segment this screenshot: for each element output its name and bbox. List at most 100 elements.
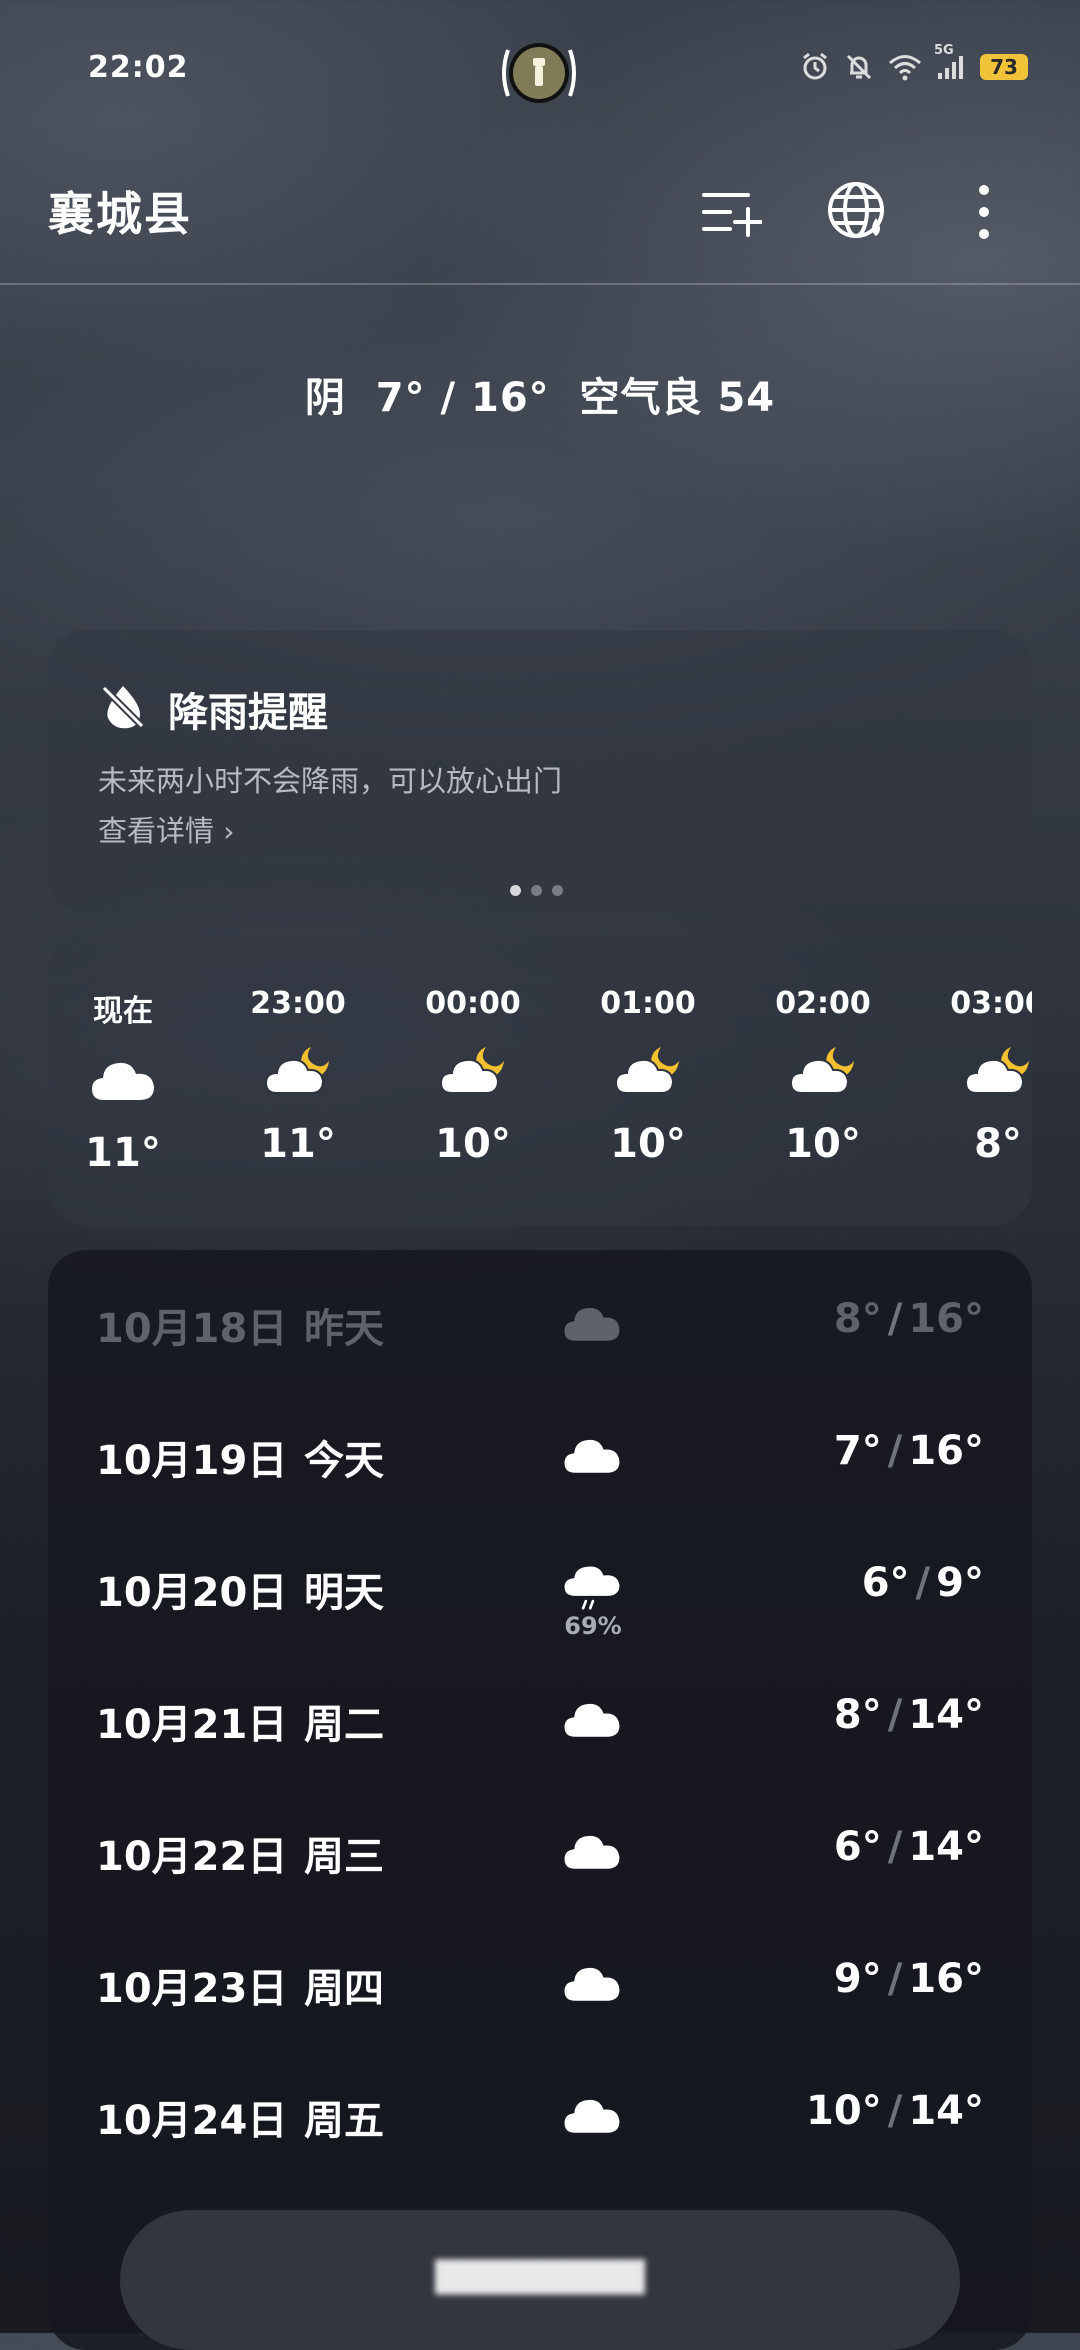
low-temp: 6°: [833, 1824, 882, 1870]
hour-time: 02:00: [775, 986, 871, 1021]
low-temp: 8°: [833, 1296, 882, 1342]
hour-temp: 10°: [435, 1121, 511, 1167]
low-temp: 10°: [806, 2088, 882, 2134]
hour-temp: 11°: [260, 1121, 336, 1167]
temp-separator: /: [887, 1692, 903, 1738]
low-temp: 6°: [861, 1560, 910, 1606]
hourly-item: 00:00 10°: [408, 936, 538, 1167]
hour-time: 现在: [93, 994, 153, 1029]
high-temp: 14°: [908, 1692, 984, 1738]
day-date: 10月24日: [96, 2098, 288, 2144]
daily-row[interactable]: 10月20日 明天 69% 6°/9°: [48, 1526, 1032, 1646]
precip-chance: 69%: [564, 1612, 622, 1640]
daily-row[interactable]: 10月22日 周三 6°/14°: [48, 1790, 1032, 1910]
high-temp: 16°: [908, 1428, 984, 1474]
day-temp-range: 8°/14°: [834, 1692, 984, 1738]
day-name: 周四: [304, 1966, 384, 2012]
cloud-icon: [561, 1298, 623, 1346]
hourly-item: 03:00 8°: [933, 936, 1032, 1167]
hour-time: 01:00: [600, 986, 696, 1021]
day-date: 10月19日: [96, 1438, 288, 1484]
signal-icon: 5G: [934, 43, 966, 81]
more-icon: [979, 185, 989, 239]
day-temp-range: 8°/16°: [834, 1296, 984, 1342]
battery-icon: 73: [980, 54, 1028, 80]
weather-summary[interactable]: 阴 7° / 16° 空气良 54: [0, 365, 1080, 423]
city-name[interactable]: 襄城县: [48, 178, 192, 244]
day-date: 10月21日: [96, 1702, 288, 1748]
alarm-icon: [800, 52, 830, 82]
cloud-icon: [88, 1052, 158, 1108]
temp-separator: /: [915, 1560, 931, 1606]
day-temp-range: 9°/16°: [834, 1956, 984, 2002]
low-temp: 7°: [833, 1428, 882, 1474]
rain-alert-title: 降雨提醒: [168, 690, 328, 736]
carousel-dot: [510, 885, 521, 896]
day-name: 明天: [304, 1570, 384, 1616]
carousel-dot: [531, 885, 542, 896]
global-weather-button[interactable]: [818, 172, 898, 252]
high-temp: 14°: [908, 2088, 984, 2134]
status-time: 22:02: [88, 50, 189, 85]
day-name: 周三: [304, 1834, 384, 1880]
hour-time: 00:00: [425, 986, 521, 1021]
more-button[interactable]: [944, 172, 1024, 252]
cloud-moon-icon: [613, 1043, 683, 1099]
cloud-moon-icon: [438, 1043, 508, 1099]
day-temp-range: 6°/9°: [862, 1560, 984, 1606]
rain-alert-details-link[interactable]: 查看详情 ›: [98, 808, 234, 850]
add-city-button[interactable]: [692, 172, 772, 252]
globe-rain-icon: [828, 182, 884, 238]
cloud-moon-icon: [788, 1043, 858, 1099]
day-date: 10月22日: [96, 1834, 288, 1880]
flashlight-icon[interactable]: [498, 38, 580, 108]
hourly-item: 现在 11°: [58, 936, 188, 1176]
low-temp: 8°: [833, 1692, 882, 1738]
high-temp: 16°: [908, 1296, 984, 1342]
high-temp: 9°: [936, 1560, 984, 1606]
hour-temp: 10°: [610, 1121, 686, 1167]
rain-cloud-icon: [561, 1562, 623, 1610]
daily-forecast[interactable]: 10月18日 昨天 8°/16° 10月19日 今天 7°/16° 10月20日…: [48, 1250, 1032, 2350]
low-temp: 9°: [833, 1956, 882, 2002]
day-temp-range: 6°/14°: [834, 1824, 984, 1870]
cloud-icon: [561, 1958, 623, 2006]
bottom-action-label: ▇▇▇▇▇▇▇▇: [435, 2255, 645, 2295]
day-date: 10月20日: [96, 1570, 288, 1616]
details-label: 查看详情: [98, 814, 215, 848]
temp-separator: /: [887, 1824, 903, 1870]
hour-time: 23:00: [250, 986, 346, 1021]
daily-row[interactable]: 10月24日 周五 10°/14°: [48, 2054, 1032, 2174]
daily-row[interactable]: 10月21日 周二 8°/14°: [48, 1658, 1032, 1778]
status-icons: 5G 73: [800, 43, 1028, 82]
hourly-item: 02:00 10°: [758, 936, 888, 1167]
temp-separator: /: [887, 2088, 903, 2134]
daily-row[interactable]: 10月19日 今天 7°/16°: [48, 1394, 1032, 1514]
day-name: 今天: [304, 1438, 384, 1484]
rain-alert-description: 未来两小时不会降雨，可以放心出门: [98, 764, 563, 798]
daily-row[interactable]: 10月18日 昨天 8°/16°: [48, 1262, 1032, 1382]
cloud-moon-icon: [263, 1043, 333, 1099]
high-temp: 16°: [908, 1956, 984, 2002]
day-name: 周五: [304, 2098, 384, 2144]
hourly-forecast[interactable]: 现在 11° 23:00 11° 00:00 10° 01:00 10° 02:…: [48, 936, 1032, 1226]
network-type-label: 5G: [934, 43, 954, 58]
mute-icon: [844, 52, 874, 82]
hour-temp: 8°: [974, 1121, 1022, 1167]
wifi-icon: [888, 53, 922, 81]
day-temp-range: 7°/16°: [834, 1428, 984, 1474]
high-temp: 14°: [908, 1824, 984, 1870]
cloud-moon-icon: [963, 1043, 1032, 1099]
day-temp-range: 10°/14°: [806, 2088, 984, 2134]
chevron-right-icon: ›: [223, 815, 235, 848]
carousel-dot: [552, 885, 563, 896]
header-divider: [0, 283, 1080, 285]
add-city-icon: [702, 193, 762, 237]
carousel-dots: [510, 885, 563, 896]
temp-separator: /: [887, 1296, 903, 1342]
day-date: 10月18日: [96, 1306, 288, 1352]
daily-row[interactable]: 10月23日 周四 9°/16°: [48, 1922, 1032, 2042]
temp-separator: /: [887, 1428, 903, 1474]
no-rain-icon: [98, 682, 148, 736]
hourly-item: 23:00 11°: [233, 936, 363, 1167]
